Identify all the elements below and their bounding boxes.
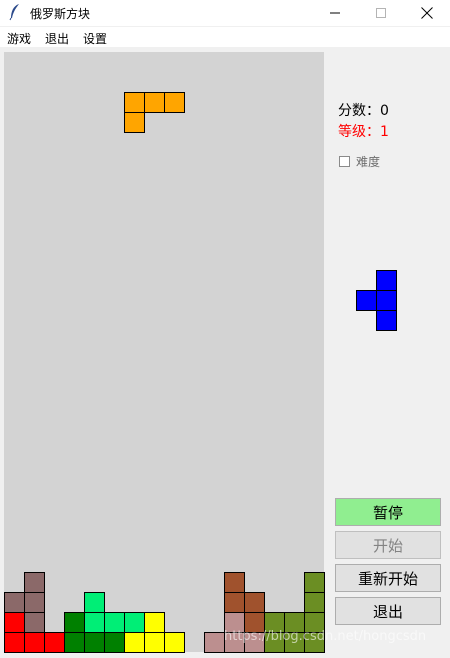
close-window-button[interactable]	[404, 0, 450, 26]
level-display: 等级：1	[338, 121, 389, 141]
game-board[interactable]	[4, 52, 325, 653]
stacked-block	[304, 592, 325, 613]
stacked-block	[4, 592, 25, 613]
next-piece-preview	[356, 270, 400, 331]
stacked-block	[224, 572, 245, 593]
falling-piece-block	[164, 92, 185, 113]
level-value: 1	[380, 124, 389, 140]
maximize-icon	[376, 8, 386, 18]
stacked-block	[304, 572, 325, 593]
stacked-block	[24, 572, 45, 593]
stacked-block	[104, 632, 125, 653]
stacked-block	[204, 632, 225, 653]
restart-button[interactable]: 重新开始	[335, 564, 441, 592]
menu-bar: 游戏 退出 设置	[0, 27, 450, 47]
difficulty-label: 难度	[356, 154, 381, 169]
stacked-block	[84, 592, 105, 613]
next-piece-block	[376, 270, 397, 291]
minimize-icon	[330, 8, 340, 18]
stacked-block	[84, 632, 105, 653]
stacked-block	[104, 612, 125, 633]
level-label: 等级：	[338, 124, 380, 140]
stacked-block	[244, 592, 265, 613]
close-icon	[421, 7, 433, 19]
next-piece-block	[376, 310, 397, 331]
score-label: 分数：	[338, 103, 380, 119]
maximize-button[interactable]	[358, 0, 404, 26]
stacked-block	[24, 592, 45, 613]
falling-piece-block	[124, 92, 145, 113]
stacked-block	[144, 612, 165, 633]
falling-piece-block	[144, 92, 165, 113]
menu-game[interactable]: 游戏	[7, 30, 31, 47]
next-piece-block	[356, 290, 377, 311]
stacked-block	[84, 612, 105, 633]
minimize-button[interactable]	[312, 0, 358, 26]
stacked-block	[164, 632, 185, 653]
stacked-block	[4, 632, 25, 653]
watermark-text: https://blog.csdn.net/hongcsdn	[224, 629, 427, 644]
checkbox-box[interactable]	[339, 155, 350, 167]
stacked-block	[44, 632, 65, 653]
stacked-block	[24, 632, 45, 653]
menu-exit[interactable]: 退出	[45, 30, 69, 47]
stacked-block	[24, 612, 45, 633]
start-button[interactable]: 开始	[335, 531, 441, 559]
title-bar: 俄罗斯方块	[0, 0, 450, 26]
menu-settings[interactable]: 设置	[83, 30, 107, 47]
pause-button[interactable]: 暂停	[335, 498, 441, 526]
difficulty-checkbox[interactable]: 难度	[339, 154, 381, 169]
next-piece-block	[376, 290, 397, 311]
exit-button[interactable]: 退出	[335, 597, 441, 625]
stacked-block	[4, 612, 25, 633]
score-display: 分数：0	[338, 100, 389, 120]
feather-icon	[8, 3, 22, 21]
stacked-block	[224, 592, 245, 613]
stacked-block	[144, 632, 165, 653]
stacked-block	[64, 612, 85, 633]
score-value: 0	[380, 103, 389, 119]
falling-piece-block	[124, 112, 145, 133]
stacked-block	[124, 612, 145, 633]
stacked-block	[124, 632, 145, 653]
window-title: 俄罗斯方块	[30, 7, 91, 21]
stacked-block	[64, 632, 85, 653]
